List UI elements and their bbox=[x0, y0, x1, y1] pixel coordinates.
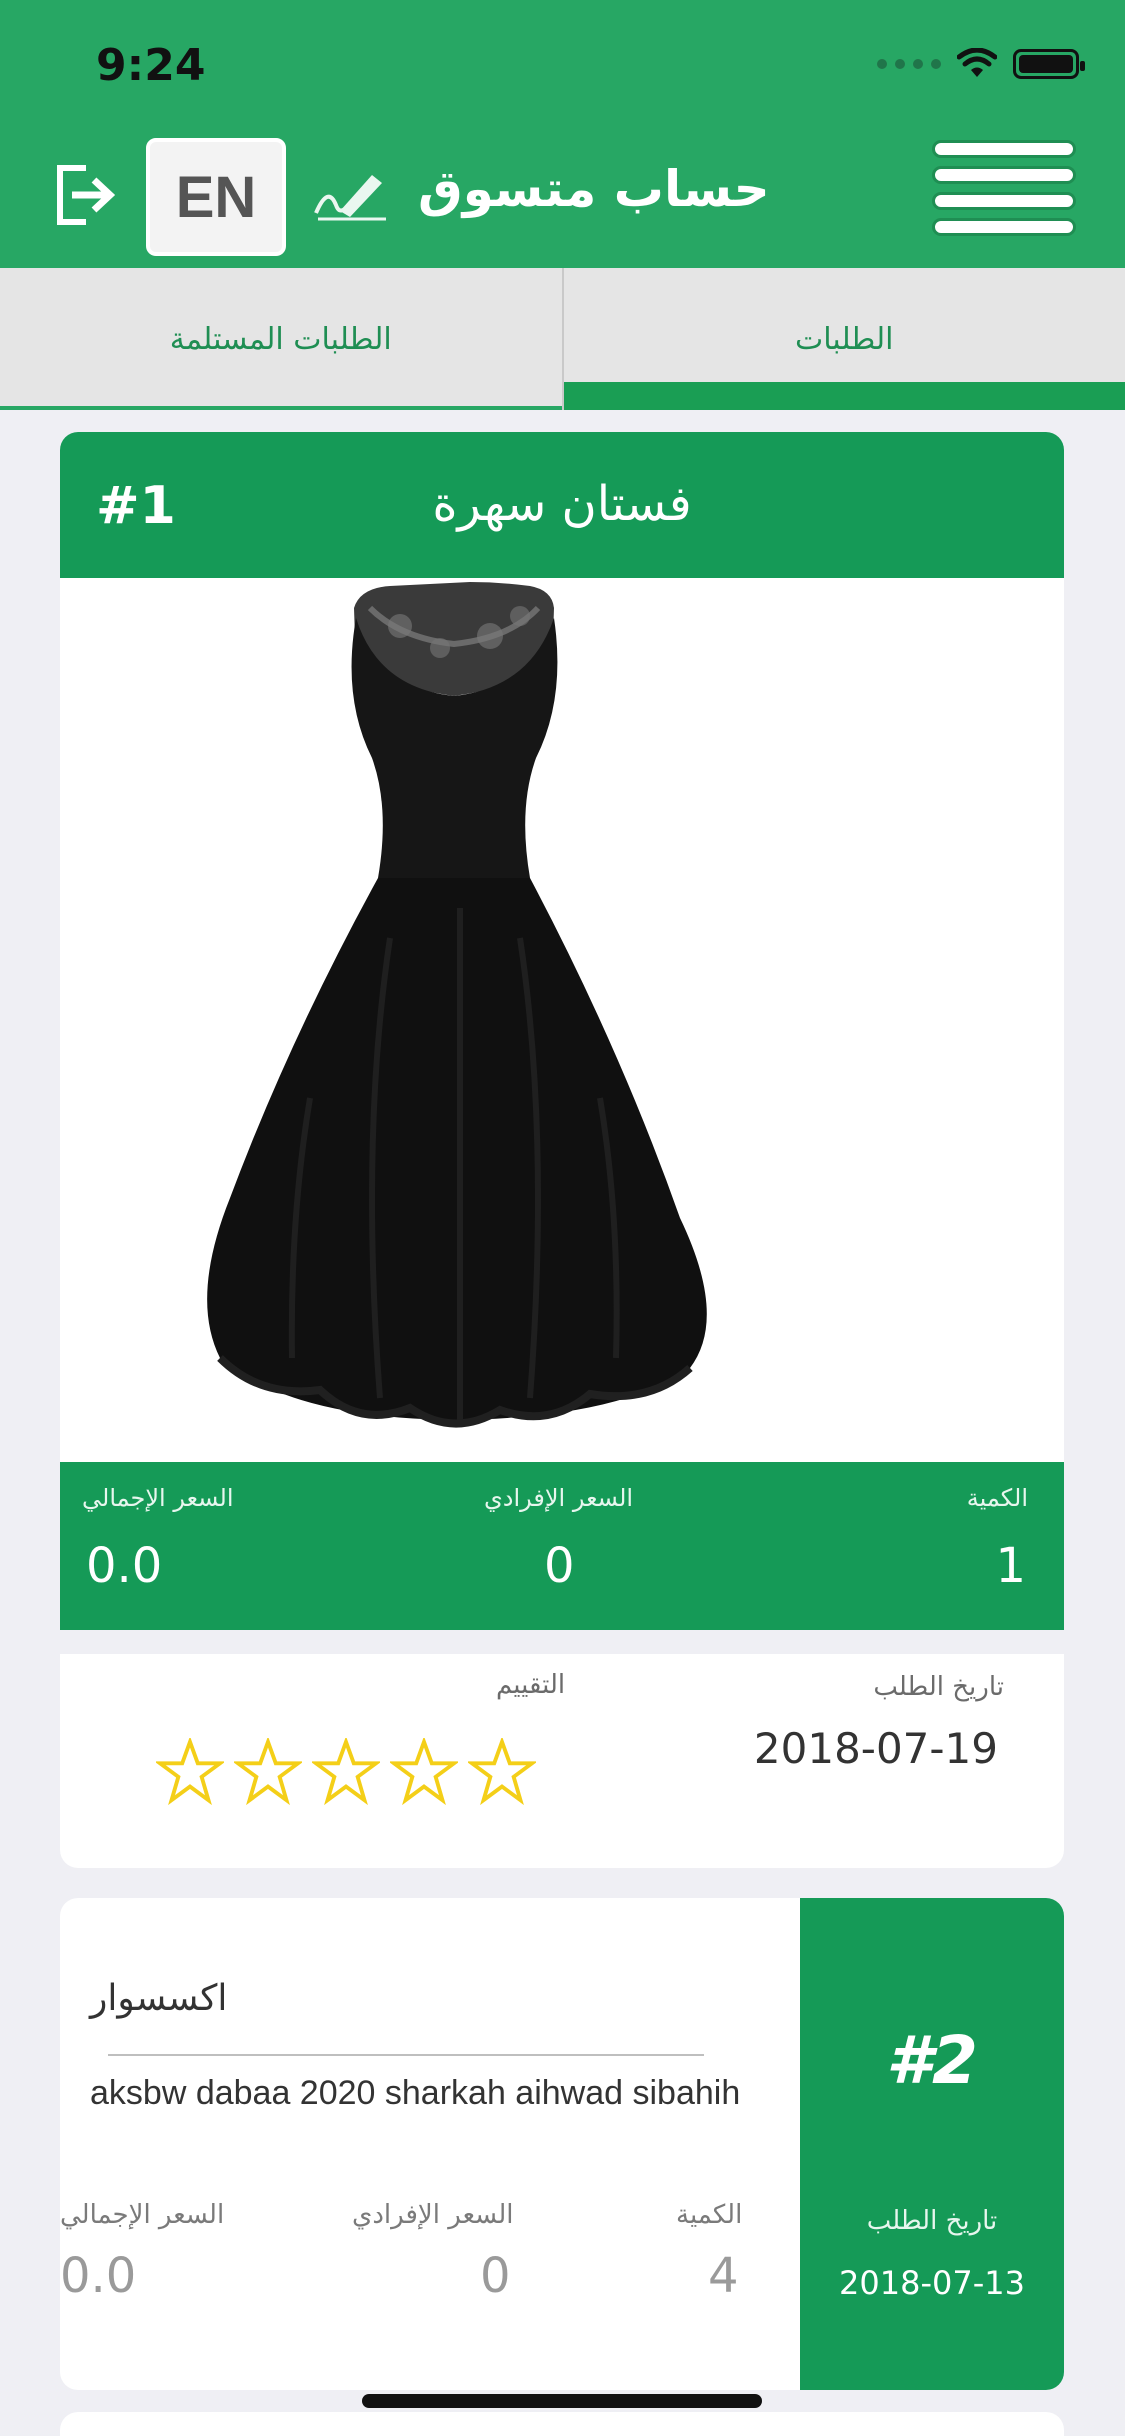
tab-received-orders[interactable]: الطلبات المستلمة bbox=[0, 268, 564, 410]
order-date: 2018-07-13 bbox=[839, 2264, 1025, 2302]
star-icon[interactable] bbox=[390, 1738, 458, 1806]
total-price-label: السعر الإجمالي bbox=[60, 2200, 225, 2230]
status-time: 9:24 bbox=[96, 40, 206, 91]
star-icon[interactable] bbox=[312, 1738, 380, 1806]
order-title: اكسسوار bbox=[90, 1978, 228, 2019]
unit-price-label: السعر الإفرادي bbox=[484, 1484, 634, 1512]
cellular-signal-icon bbox=[877, 59, 941, 69]
star-icon[interactable] bbox=[234, 1738, 302, 1806]
order-footer: تاريخ الطلب 2018-07-19 التقييم bbox=[60, 1630, 1064, 1868]
order-date-label: تاريخ الطلب bbox=[866, 2206, 998, 2236]
status-indicators bbox=[877, 48, 1085, 80]
orders-tabs: الطلبات المستلمة الطلبات bbox=[0, 268, 1125, 410]
order-stats-bar: الكمية 1 السعر الإفرادي 0 السعر الإجمالي… bbox=[60, 1462, 1064, 1630]
total-price-value: 0.0 bbox=[86, 1538, 163, 1594]
star-icon[interactable] bbox=[156, 1738, 224, 1806]
next-order-card bbox=[60, 2412, 1064, 2436]
order-card[interactable]: اكسسوار aksbw dabaa 2020 sharkah aihwad … bbox=[60, 1898, 1064, 2390]
order-description: aksbw dabaa 2020 sharkah aihwad sibahih bbox=[90, 2074, 741, 2112]
unit-price-value: 0 bbox=[480, 2248, 511, 2304]
battery-icon bbox=[1013, 49, 1085, 79]
language-toggle-button[interactable]: EN bbox=[146, 138, 286, 256]
order-card[interactable]: #1 فستان سهرة الكمية 1 السعر الإفرادي 0 … bbox=[60, 432, 1064, 1868]
unit-price-label: السعر الإفرادي bbox=[352, 2200, 514, 2230]
black-dress-image bbox=[60, 578, 1064, 1462]
order-date: 2018-07-19 bbox=[753, 1724, 998, 1773]
rating-stars[interactable] bbox=[156, 1738, 536, 1806]
page-title: حساب متسوق bbox=[418, 160, 770, 218]
quantity-value: 1 bbox=[995, 1538, 1026, 1594]
home-indicator[interactable] bbox=[362, 2394, 762, 2408]
tab-orders[interactable]: الطلبات bbox=[563, 268, 1125, 410]
quantity-value: 4 bbox=[708, 2248, 739, 2304]
menu-icon[interactable] bbox=[932, 140, 1076, 260]
logout-icon[interactable] bbox=[50, 160, 120, 230]
order-date-label: تاريخ الطلب bbox=[873, 1672, 1004, 1702]
quantity-label: الكمية bbox=[966, 1484, 1028, 1512]
order-side-panel: #2 تاريخ الطلب 2018-07-13 bbox=[800, 1898, 1064, 2390]
order-title: فستان سهرة bbox=[432, 476, 692, 532]
wifi-icon bbox=[957, 48, 997, 77]
sign-icon[interactable] bbox=[310, 165, 390, 225]
rating-label: التقييم bbox=[496, 1670, 566, 1700]
quantity-label: الكمية bbox=[676, 2200, 743, 2230]
order-card-header: #1 فستان سهرة bbox=[60, 432, 1064, 578]
total-price-value: 0.0 bbox=[60, 2248, 137, 2304]
unit-price-value: 0 bbox=[544, 1538, 575, 1594]
star-icon[interactable] bbox=[468, 1738, 536, 1806]
order-number: #2 bbox=[886, 2022, 978, 2099]
divider bbox=[108, 2054, 704, 2056]
total-price-label: السعر الإجمالي bbox=[82, 1484, 234, 1512]
